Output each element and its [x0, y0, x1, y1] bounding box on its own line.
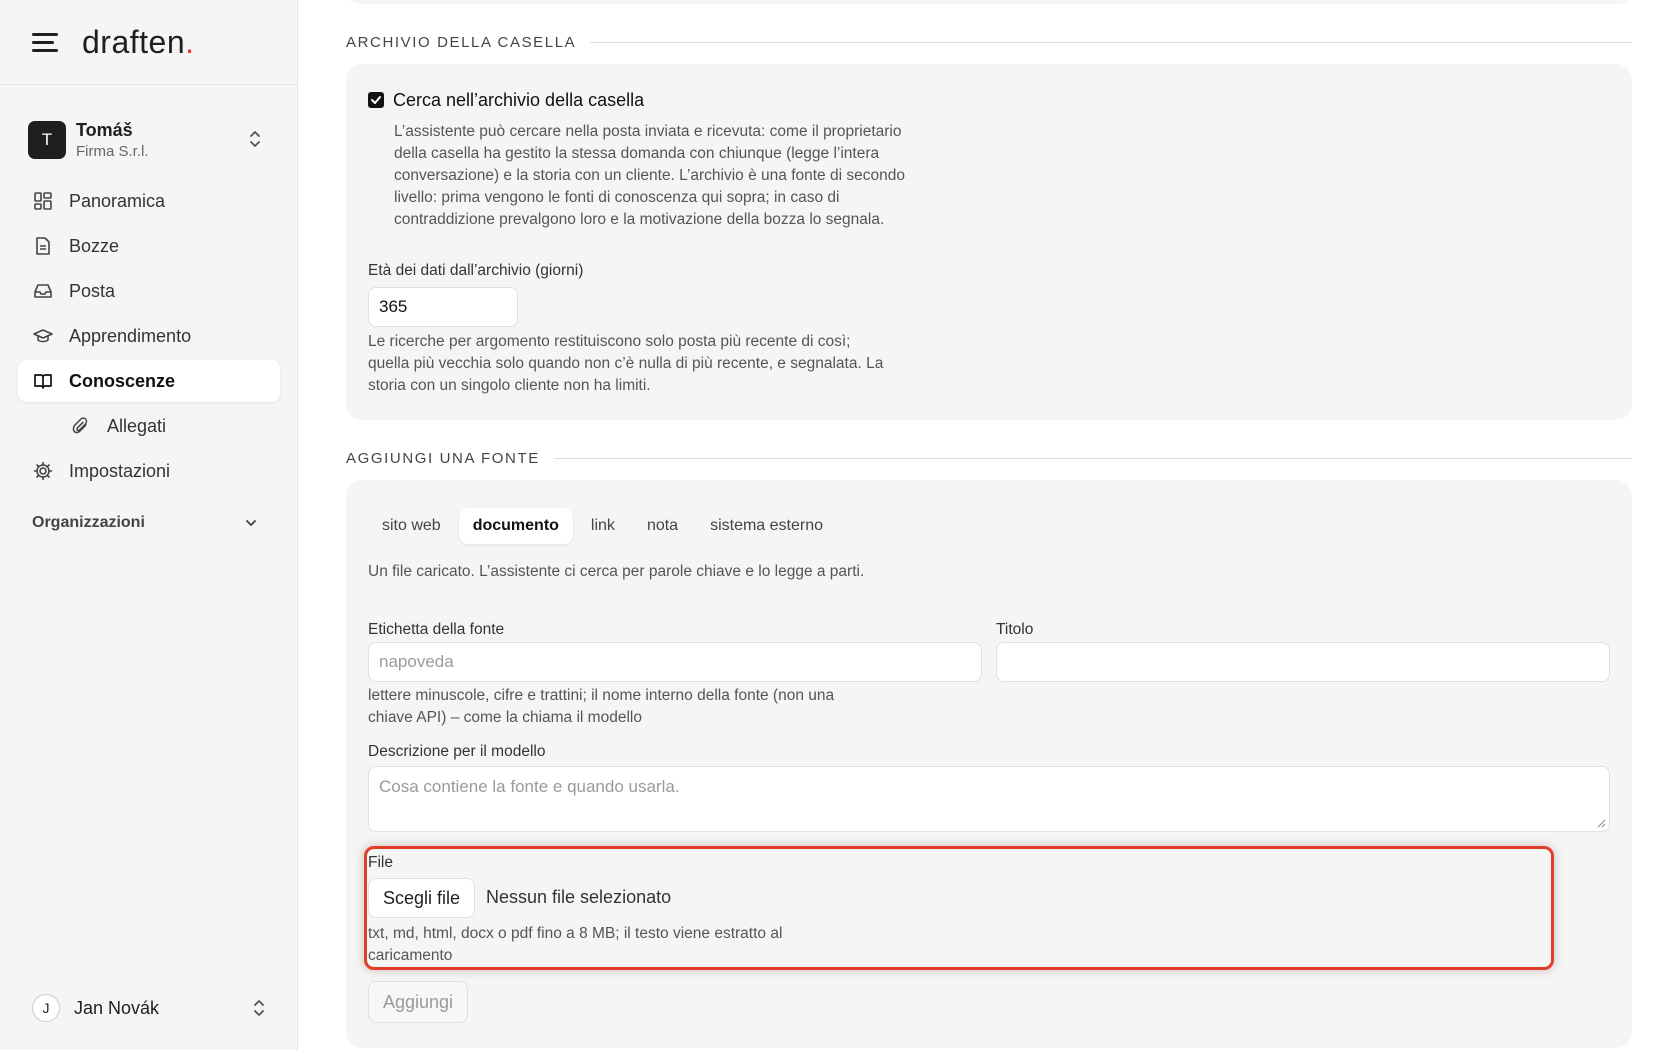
choose-file-button[interactable]: Scegli file: [368, 878, 476, 918]
sidebar: draften. T Tomáš Firma S.r.l. Panoramica…: [0, 0, 298, 1050]
source-description-textarea[interactable]: Cosa contiene la fonte e quando usarla.: [368, 766, 1610, 832]
nav-item-panoramica[interactable]: Panoramica: [18, 180, 280, 222]
brand-bar: draften.: [0, 0, 297, 85]
source-label-input[interactable]: napoveda: [368, 642, 982, 682]
graduation-cap-icon: [32, 325, 54, 347]
nav-label: Apprendimento: [69, 325, 192, 346]
user-avatar: J: [32, 994, 60, 1022]
source-label-label: Etichetta della fonte: [368, 621, 505, 638]
nav-label: Posta: [69, 280, 116, 301]
nav-group-label: Organizzazioni: [32, 514, 145, 531]
archive-age-help: Le ricerche per argomento restituiscono …: [368, 333, 884, 394]
nav-label: Allegati: [107, 415, 167, 436]
file-help: txt, md, html, docx o pdf fino a 8 MB; i…: [368, 925, 783, 964]
source-type-tabs: sito web documento link nota sistema est…: [368, 508, 841, 544]
gear-icon: [32, 460, 54, 482]
archive-section-title: ARCHIVIO DELLA CASELLA: [346, 34, 1632, 51]
main-nav: Panoramica Bozze Posta Apprendimento Con…: [18, 180, 280, 544]
nav-group-organizzazioni[interactable]: Organizzazioni: [18, 502, 280, 544]
source-description-placeholder: Cosa contiene la fonte e quando usarla.: [379, 777, 680, 796]
archive-age-label: Età dei dati dall’archivio (giorni): [368, 262, 584, 279]
inbox-icon: [32, 280, 54, 302]
nav-item-conoscenze[interactable]: Conoscenze: [18, 360, 280, 402]
nav-label: Conoscenze: [69, 370, 176, 391]
user-name: Jan Novák: [74, 997, 160, 1018]
file-label: File: [368, 854, 393, 871]
logo[interactable]: draften.: [82, 24, 195, 61]
archive-age-value: 365: [379, 297, 408, 316]
file-status: Nessun file selezionato: [486, 887, 672, 907]
source-title-label: Titolo: [996, 621, 1034, 638]
paperclip-icon: [70, 415, 92, 437]
archive-search-description: L’assistente può cercare nella posta inv…: [394, 123, 905, 228]
add-source-card: sito web documento link nota sistema est…: [346, 480, 1632, 1048]
source-title-input[interactable]: [996, 642, 1610, 682]
main-content: ARCHIVIO DELLA CASELLA Cerca nell’archiv…: [298, 0, 1680, 1050]
archive-search-checkbox[interactable]: [368, 92, 384, 108]
org-avatar: T: [28, 121, 66, 159]
resize-grip-icon[interactable]: [1597, 819, 1606, 828]
add-source-section-title: AGGIUNGI UNA FONTE: [346, 450, 1632, 467]
archive-search-checkbox-label[interactable]: Cerca nell’archivio della casella: [393, 90, 644, 111]
document-icon: [32, 235, 54, 257]
org-switcher[interactable]: T Tomáš Firma S.r.l.: [28, 116, 272, 164]
archive-age-input[interactable]: 365: [368, 287, 518, 327]
tab-sistema-esterno[interactable]: sistema esterno: [696, 508, 837, 544]
dashboard-icon: [32, 190, 54, 212]
previous-card-edge: [346, 0, 1632, 4]
nav-item-allegati[interactable]: Allegati: [18, 405, 280, 447]
section-title-text: AGGIUNGI UNA FONTE: [346, 450, 540, 467]
section-title-text: ARCHIVIO DELLA CASELLA: [346, 34, 577, 51]
nav-item-impostazioni[interactable]: Impostazioni: [18, 450, 280, 492]
add-source-button[interactable]: Aggiungi: [368, 981, 469, 1023]
nav-item-bozze[interactable]: Bozze: [18, 225, 280, 267]
chevron-up-down-icon: [250, 131, 260, 147]
source-description-label: Descrizione per il modello: [368, 743, 546, 760]
nav-item-posta[interactable]: Posta: [18, 270, 280, 312]
nav-item-apprendimento[interactable]: Apprendimento: [18, 315, 280, 357]
menu-icon[interactable]: [32, 32, 60, 52]
nav-label: Bozze: [69, 235, 120, 256]
chevron-up-down-icon: [254, 1000, 264, 1016]
tab-link[interactable]: link: [577, 508, 629, 544]
org-name: Tomáš: [76, 119, 133, 140]
user-menu[interactable]: J Jan Novák: [32, 988, 272, 1028]
chevron-down-icon: [246, 520, 256, 526]
tab-sito-web[interactable]: sito web: [368, 508, 455, 544]
check-icon: [371, 96, 381, 104]
archive-search-checkbox-row[interactable]: Cerca nell’archivio della casella: [368, 90, 644, 111]
nav-label: Panoramica: [69, 190, 166, 211]
source-label-placeholder: napoveda: [379, 652, 454, 671]
tab-nota[interactable]: nota: [633, 508, 692, 544]
source-label-help: lettere minuscole, cifre e trattini; il …: [368, 687, 835, 726]
archive-card: Cerca nell’archivio della casella L’assi…: [346, 64, 1632, 420]
org-company: Firma S.r.l.: [76, 142, 149, 160]
book-open-icon: [32, 370, 54, 392]
source-type-description: Un file caricato. L’assistente ci cerca …: [368, 563, 865, 580]
nav-label: Impostazioni: [69, 460, 171, 481]
tab-documento[interactable]: documento: [458, 508, 573, 544]
